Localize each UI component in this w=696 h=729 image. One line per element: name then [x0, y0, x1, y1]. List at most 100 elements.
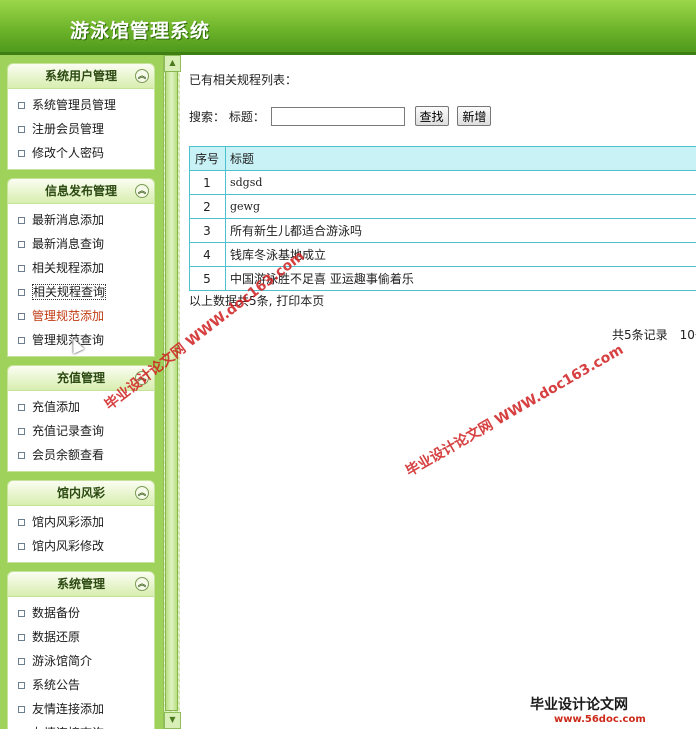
table-row[interactable]: 1 sdgsd: [189, 170, 696, 195]
watermark-logo: 毕业设计论文网 www.56doc.com: [530, 694, 646, 725]
sidebar-item-label: 数据还原: [32, 630, 81, 644]
row-title-link[interactable]: 所有新生儿都适合游泳吗: [225, 218, 696, 243]
sidebar-group-body: 数据备份数据还原游泳馆简介系统公告友情连接添加友情连接查询: [7, 597, 155, 729]
pager: 共5条记录 10条: [612, 326, 696, 343]
add-button[interactable]: 新增: [457, 106, 492, 126]
sidebar-group-body: 馆内风彩添加 馆内风彩修改: [7, 506, 155, 563]
search-input[interactable]: [270, 106, 405, 126]
sidebar-item[interactable]: 馆内风彩修改: [8, 534, 154, 558]
sidebar-group: 馆内风彩 ︽ 馆内风彩添加 馆内风彩修改: [7, 480, 155, 563]
sidebar-group-header[interactable]: 系统管理 ︽: [7, 571, 155, 597]
sidebar-group-title: 系统管理: [56, 577, 105, 591]
bullet-icon: [18, 519, 25, 526]
pager-per-page: 10条: [679, 328, 696, 342]
scrollbar-thumb[interactable]: [165, 71, 178, 711]
table-row[interactable]: 2 gewg: [189, 194, 696, 219]
sidebar-item-label: 系统公告: [32, 678, 81, 692]
sidebar-item[interactable]: 数据还原: [8, 625, 154, 649]
sidebar-item-label: 会员余额查看: [32, 448, 105, 462]
bullet-icon: [18, 241, 25, 248]
sidebar-item[interactable]: 会员余额查看: [8, 443, 154, 467]
sidebar-item[interactable]: 游泳馆简介: [8, 649, 154, 673]
row-number: 1: [189, 170, 226, 195]
search-bar: 搜索： 标题： 查找 新增: [189, 106, 496, 128]
sidebar-item-label: 馆内风彩修改: [32, 539, 105, 553]
sidebar-item-label: 馆内风彩添加: [32, 515, 105, 529]
collapse-icon[interactable]: ︽: [135, 577, 149, 591]
sidebar-item-label: 充值添加: [32, 400, 81, 414]
sidebar-item[interactable]: 友情连接查询: [8, 721, 154, 729]
sidebar-item[interactable]: 修改个人密码: [8, 141, 154, 165]
scroll-down-icon[interactable]: ▼: [164, 712, 181, 729]
sidebar-item-label: 管理规范添加: [32, 309, 105, 323]
bullet-icon: [18, 404, 25, 411]
sidebar-item[interactable]: 管理规范添加: [8, 304, 154, 328]
sidebar-group-body: 最新消息添加 最新消息查询 相关规程添加 相关规程查询 管理规范添加 管理规范查询: [7, 204, 155, 357]
bullet-icon: [18, 682, 25, 689]
bullet-icon: [18, 658, 25, 665]
page-title: 已有相关规程列表：: [189, 73, 298, 87]
sidebar-item-label: 数据备份: [32, 606, 81, 620]
sidebar-item-label: 系统管理员管理: [32, 98, 117, 112]
bullet-icon: [18, 634, 25, 641]
sidebar-item-label: 最新消息查询: [32, 237, 105, 251]
bullet-icon: [18, 126, 25, 133]
sidebar-group-header[interactable]: 信息发布管理 ︽: [7, 178, 155, 204]
search-prefix: 搜索：: [189, 109, 226, 124]
collapse-icon[interactable]: ︽: [135, 486, 149, 500]
bullet-icon: [18, 610, 25, 617]
sidebar-item[interactable]: 相关规程查询: [8, 280, 154, 304]
row-title-link[interactable]: gewg: [225, 194, 696, 219]
bullet-icon: [18, 150, 25, 157]
sidebar-group: 信息发布管理 ︽ 最新消息添加 最新消息查询 相关规程添加 相关规程查询 管理规范添加 管理规…: [7, 178, 155, 357]
sidebar-scrollbar[interactable]: ▲ ▼: [163, 55, 181, 729]
table-header-row: 序号 标题: [189, 146, 696, 171]
row-number: 3: [189, 218, 226, 243]
bullet-icon: [18, 337, 25, 344]
sidebar-item-label: 相关规程查询: [32, 284, 107, 300]
search-button[interactable]: 查找: [414, 106, 449, 126]
sidebar-item[interactable]: 相关规程添加: [8, 256, 154, 280]
scroll-up-icon[interactable]: ▲: [164, 55, 181, 72]
sidebar-item-label: 游泳馆简介: [32, 654, 93, 668]
row-number: 2: [189, 194, 226, 219]
row-title-link[interactable]: sdgsd: [225, 170, 696, 195]
col-header-title: 标题: [225, 146, 696, 171]
row-number: 5: [189, 266, 226, 291]
row-number: 4: [189, 242, 226, 267]
sidebar-item-label: 友情连接添加: [32, 702, 105, 716]
search-title-label: 标题：: [228, 109, 265, 124]
sidebar-item[interactable]: 友情连接添加: [8, 697, 154, 721]
main-content: 已有相关规程列表： 搜索： 标题： 查找 新增 序号 标题 1 sdgsd 2 gew…: [180, 55, 696, 729]
watermark-logo-text: 毕业设计论文网: [530, 697, 628, 713]
table-row[interactable]: 4 钱库冬泳基地成立: [189, 242, 696, 267]
sidebar-item-label: 修改个人密码: [32, 146, 105, 160]
sidebar-item-label: 最新消息添加: [32, 213, 105, 227]
sidebar-item[interactable]: 最新消息添加: [8, 208, 154, 232]
sidebar-item[interactable]: 充值记录查询: [8, 419, 154, 443]
sidebar-item-label: 充值记录查询: [32, 424, 105, 438]
sidebar-item[interactable]: 系统管理员管理: [8, 93, 154, 117]
sidebar-group-title: 信息发布管理: [44, 184, 117, 198]
sidebar-item[interactable]: 最新消息查询: [8, 232, 154, 256]
sidebar-item[interactable]: 馆内风彩添加: [8, 510, 154, 534]
pager-total: 共5条记录: [612, 328, 668, 342]
bullet-icon: [18, 102, 25, 109]
bullet-icon: [18, 313, 25, 320]
sidebar-item[interactable]: 系统公告: [8, 673, 154, 697]
sidebar-group-body: 充值添加充值记录查询 会员余额查看: [7, 391, 155, 472]
sidebar-group-header[interactable]: 馆内风彩 ︽: [7, 480, 155, 506]
sidebar-item-label: 注册会员管理: [32, 122, 105, 136]
bullet-icon: [18, 543, 25, 550]
table-row[interactable]: 3 所有新生儿都适合游泳吗: [189, 218, 696, 243]
sidebar-item[interactable]: 注册会员管理: [8, 117, 154, 141]
collapse-icon[interactable]: ︽: [135, 184, 149, 198]
collapse-icon[interactable]: ︽: [135, 69, 149, 83]
sidebar-group-title: 馆内风彩: [56, 486, 105, 500]
sidebar-group-header[interactable]: 系统用户管理 ︽: [7, 63, 155, 89]
sidebar-item[interactable]: 数据备份: [8, 601, 154, 625]
bullet-icon: [18, 706, 25, 713]
bullet-icon: [18, 289, 25, 296]
sidebar-group-title: 系统用户管理: [44, 69, 117, 83]
sidebar-group: 系统管理 ︽ 数据备份数据还原游泳馆简介系统公告友情连接添加友情连接查询: [7, 571, 155, 729]
